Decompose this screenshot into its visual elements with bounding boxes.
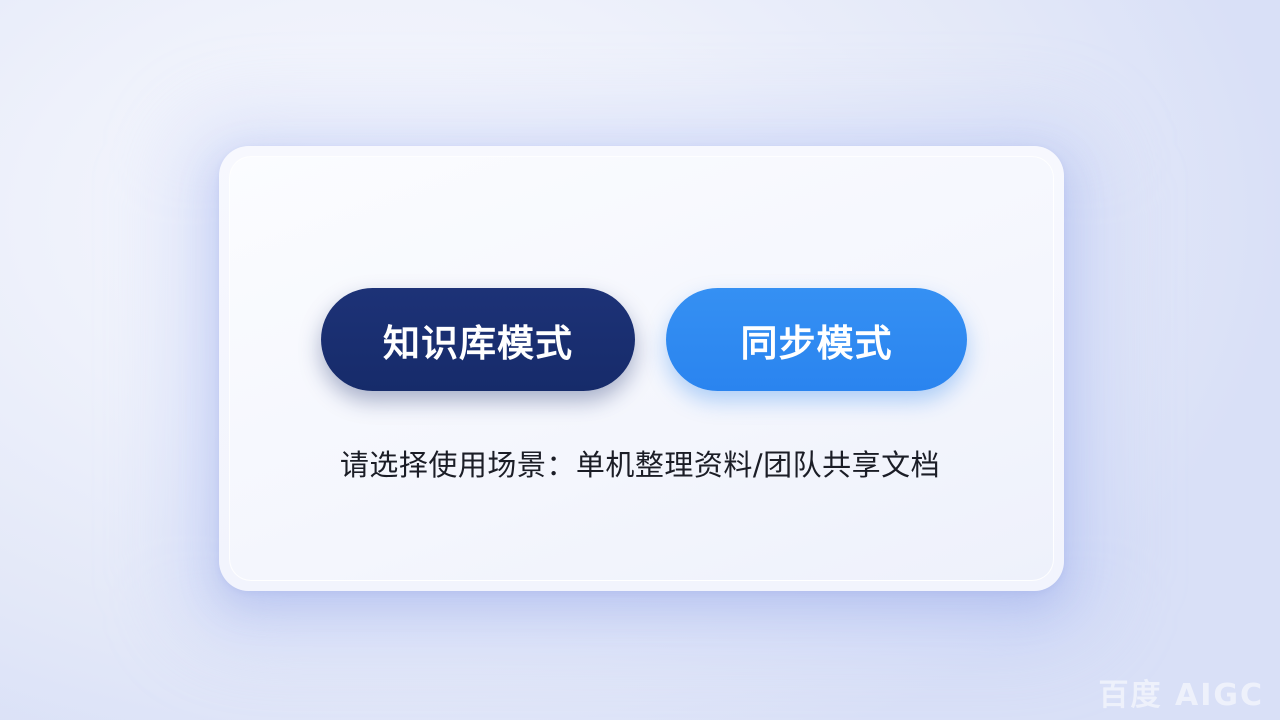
watermark-logo: 百度 AIGC bbox=[1098, 678, 1264, 713]
sync-mode-button[interactable]: 同步模式 bbox=[666, 288, 967, 391]
knowledge-mode-button[interactable]: 知识库模式 bbox=[321, 288, 635, 391]
scenario-hint-text: 请选择使用场景：单机整理资料/团队共享文档 bbox=[339, 448, 941, 482]
